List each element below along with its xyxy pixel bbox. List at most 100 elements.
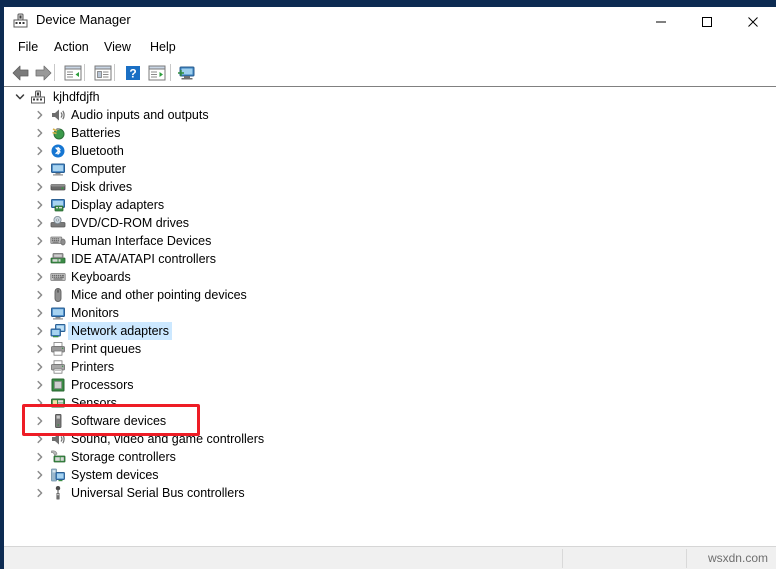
tree-item-sensors[interactable]: Sensors <box>4 394 776 412</box>
update-driver-button[interactable] <box>146 62 168 84</box>
tree-item-mice-and-other-pointing-devices[interactable]: Mice and other pointing devices <box>4 286 776 304</box>
chevron-right-icon[interactable] <box>32 448 48 466</box>
chevron-right-icon[interactable] <box>32 304 48 322</box>
tree-item-display-adapters[interactable]: Display adapters <box>4 196 776 214</box>
tree-item-sound-video-and-game-controllers[interactable]: Sound, video and game controllers <box>4 430 776 448</box>
chevron-right-icon[interactable] <box>32 358 48 376</box>
properties-button[interactable] <box>92 62 114 84</box>
tree-item-label: Bluetooth <box>71 144 124 158</box>
chevron-right-icon[interactable] <box>32 466 48 484</box>
monitor-icon <box>50 161 66 177</box>
tree-item-batteries[interactable]: Batteries <box>4 124 776 142</box>
chevron-right-icon[interactable] <box>32 322 48 340</box>
tree-item-label: Disk drives <box>71 180 133 194</box>
chevron-right-icon[interactable] <box>32 412 48 430</box>
tree-item-disk-drives[interactable]: Disk drives <box>4 178 776 196</box>
menu-item-help[interactable]: Help <box>144 38 182 56</box>
chevron-right-icon[interactable] <box>32 376 48 394</box>
tree-item-label: Processors <box>71 378 134 392</box>
chevron-right-icon[interactable] <box>32 124 48 142</box>
chevron-right-icon[interactable] <box>32 232 48 250</box>
chevron-right-icon[interactable] <box>32 214 48 232</box>
maximize-button[interactable] <box>684 7 730 37</box>
show-hide-tree-button[interactable] <box>62 62 84 84</box>
toolbar-separator <box>114 64 115 81</box>
menu-item-view[interactable]: View <box>98 38 137 56</box>
bluetooth-icon <box>50 143 66 159</box>
tree-item-label: Display adapters <box>71 198 165 212</box>
printer-icon <box>50 359 66 375</box>
chevron-right-icon[interactable] <box>32 106 48 124</box>
status-bar-divider <box>686 549 687 568</box>
minimize-button[interactable] <box>638 7 684 37</box>
chevron-right-icon[interactable] <box>32 250 48 268</box>
tree-item-processors[interactable]: Processors <box>4 376 776 394</box>
tree-item-system-devices[interactable]: System devices <box>4 466 776 484</box>
tree-item-human-interface-devices[interactable]: Human Interface Devices <box>4 232 776 250</box>
chevron-right-icon[interactable] <box>32 142 48 160</box>
tree-item-software-devices[interactable]: Software devices <box>4 412 776 430</box>
tree-item-ide-ata-atapi-controllers[interactable]: IDE ATA/ATAPI controllers <box>4 250 776 268</box>
tree-item-label: Keyboards <box>71 270 131 284</box>
usb-icon <box>50 485 66 501</box>
tree-item-printers[interactable]: Printers <box>4 358 776 376</box>
monitor-icon <box>50 305 66 321</box>
software-device-icon <box>50 413 66 429</box>
tree-item-bluetooth[interactable]: Bluetooth <box>4 142 776 160</box>
toolbar-separator <box>170 64 171 81</box>
tree-root-label: kjhdfdjfh <box>53 90 100 104</box>
chevron-right-icon[interactable] <box>32 268 48 286</box>
chevron-right-icon[interactable] <box>32 160 48 178</box>
tree-item-storage-controllers[interactable]: Storage controllers <box>4 448 776 466</box>
tree-item-network-adapters[interactable]: Network adapters <box>4 322 776 340</box>
mouse-icon <box>50 287 66 303</box>
chevron-right-icon[interactable] <box>32 430 48 448</box>
chevron-down-icon[interactable] <box>12 88 28 106</box>
tree-item-computer[interactable]: Computer <box>4 160 776 178</box>
chevron-right-icon[interactable] <box>32 484 48 502</box>
tree-item-label: Monitors <box>71 306 119 320</box>
processor-icon <box>50 377 66 393</box>
optical-drive-icon <box>50 215 66 231</box>
tree-item-keyboards[interactable]: Keyboards <box>4 268 776 286</box>
tree-item-dvd-cd-rom-drives[interactable]: DVD/CD-ROM drives <box>4 214 776 232</box>
close-button[interactable] <box>730 7 776 37</box>
tree-root-node[interactable]: kjhdfdjfh <box>4 88 776 106</box>
toolbar-separator <box>54 64 55 81</box>
device-manager-window: Device Manager File Action View Help ? k… <box>0 0 776 569</box>
battery-icon <box>50 125 66 141</box>
menu-bar: File Action View Help <box>4 36 776 58</box>
toolbar-separator <box>84 64 85 81</box>
status-bar-divider <box>562 549 563 568</box>
chevron-right-icon[interactable] <box>32 286 48 304</box>
chevron-right-icon[interactable] <box>32 394 48 412</box>
svg-text:?: ? <box>129 67 136 81</box>
tree-item-audio-inputs-and-outputs[interactable]: Audio inputs and outputs <box>4 106 776 124</box>
print-queue-icon <box>50 341 66 357</box>
disk-drive-icon <box>50 179 66 195</box>
keyboard-icon <box>50 269 66 285</box>
window-title: Device Manager <box>36 12 131 27</box>
tree-item-label: DVD/CD-ROM drives <box>71 216 190 230</box>
menu-item-action[interactable]: Action <box>48 38 95 56</box>
device-tree[interactable]: kjhdfdjfh Audio inputs and outputs Batte… <box>4 87 776 546</box>
menu-item-file[interactable]: File <box>12 38 44 56</box>
tree-item-label: Mice and other pointing devices <box>71 288 247 302</box>
chevron-right-icon[interactable] <box>32 178 48 196</box>
tree-item-label: IDE ATA/ATAPI controllers <box>71 252 216 266</box>
computer-root-icon <box>30 89 46 105</box>
tree-item-universal-serial-bus-controllers[interactable]: Universal Serial Bus controllers <box>4 484 776 502</box>
help-button[interactable]: ? <box>122 62 144 84</box>
tree-item-label: Storage controllers <box>71 450 176 464</box>
chevron-right-icon[interactable] <box>32 340 48 358</box>
tree-item-label: Audio inputs and outputs <box>71 108 209 122</box>
tree-item-monitors[interactable]: Monitors <box>4 304 776 322</box>
display-adapter-icon <box>50 197 66 213</box>
chevron-right-icon[interactable] <box>32 196 48 214</box>
forward-button[interactable] <box>32 62 54 84</box>
back-button[interactable] <box>10 62 32 84</box>
ide-controller-icon <box>50 251 66 267</box>
tree-item-print-queues[interactable]: Print queues <box>4 340 776 358</box>
scan-hardware-button[interactable] <box>176 62 198 84</box>
tree-item-label: Print queues <box>71 342 142 356</box>
